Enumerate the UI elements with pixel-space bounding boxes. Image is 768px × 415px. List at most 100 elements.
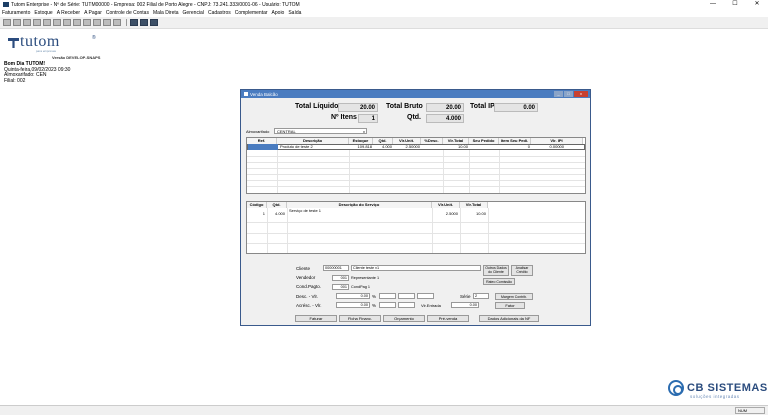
calculator-icon[interactable] <box>140 19 148 26</box>
items-grid: Ref. Descrição Estoque Qtd. Vlr.Unit. %D… <box>246 137 586 194</box>
serv-qtd: 4.000 <box>274 211 285 216</box>
version-label: Versão DEVELOP-SNAPS <box>52 55 101 60</box>
close-icon[interactable]: ✕ <box>746 0 768 9</box>
serie-select[interactable]: 2 <box>473 293 489 299</box>
acrescimo-extra-field[interactable] <box>398 302 415 308</box>
total-bruto-label: Total Bruto <box>386 103 423 110</box>
pre-venda-button[interactable]: Pré-venda <box>427 315 469 322</box>
app-titlebar: Tutom Enterprise - Nº de Série: TUTM0000… <box>0 0 768 9</box>
toolbar-button-10[interactable] <box>93 19 101 26</box>
cond-pagto-name: CondPag 1 <box>351 285 370 289</box>
toolbar-button-9[interactable] <box>83 19 91 26</box>
almoxarifado-value: CENTRAL <box>277 129 296 134</box>
venda-balcao-window: Venda Balcão _ □ x Total Líquido 20.00 T… <box>240 89 591 326</box>
toolbar-button-2[interactable] <box>13 19 21 26</box>
menu-cadastros[interactable]: Cadastros <box>208 10 231 16</box>
window-close-icon[interactable]: x <box>574 91 588 97</box>
menu-apoio[interactable]: Apoio <box>272 10 285 16</box>
desconto-extra2-field[interactable] <box>417 293 434 299</box>
menu-a-receber[interactable]: A Receber <box>57 10 80 16</box>
menu-a-pagar[interactable]: A Pagar <box>84 10 102 16</box>
serv-vlr-unit: 2.5000 <box>445 211 458 216</box>
dados-adicionais-button[interactable]: Dados Adicionais da NF <box>479 315 539 322</box>
total-ipi-label: Total IPI <box>470 103 497 110</box>
window-buttons: _ □ x <box>553 91 588 97</box>
filial-info: Filial: 002 <box>4 77 26 84</box>
chevron-down-icon: v <box>363 129 365 134</box>
margem-contrib-button[interactable]: Margem Contrib. <box>495 293 533 300</box>
menu-mala-direta[interactable]: Mala Direta <box>153 10 179 16</box>
toolbar-button-4[interactable] <box>33 19 41 26</box>
menu-controle-contas[interactable]: Controle de Contas <box>106 10 149 16</box>
item-ref[interactable] <box>248 144 278 150</box>
toolbar-button-11[interactable] <box>103 19 111 26</box>
cliente-label: Cliente <box>296 266 311 271</box>
cond-pagto-code-field[interactable]: 001 <box>332 284 349 290</box>
vendedor-name: Representante 1 <box>351 276 380 280</box>
item-vlr-ipi: 0.00000 <box>549 144 564 149</box>
cb-logo-word: CB SISTEMAS <box>687 382 768 394</box>
almoxarifado-label: Almoxarifado <box>246 129 270 134</box>
acrescimo-pct-field[interactable] <box>379 302 396 308</box>
menu-gerencial[interactable]: Gerencial <box>183 10 204 16</box>
status-bar: NUM <box>0 405 768 415</box>
cliente-name-field[interactable]: Cliente teste v1 <box>351 265 481 271</box>
toolbar-button-7[interactable] <box>63 19 71 26</box>
desconto-label: Desc. - Vlr. <box>296 294 319 299</box>
desconto-extra-field[interactable] <box>398 293 415 299</box>
item-estoque: 109.818 <box>357 144 372 149</box>
analisar-credito-button[interactable]: Analisar Crédito <box>511 265 533 276</box>
serv-vlr-total: 10.00 <box>475 211 486 216</box>
toolbar-button-5[interactable] <box>43 19 51 26</box>
menu-bar: Faturamento Estoque A Receber A Pagar Co… <box>0 9 768 17</box>
menu-complementar[interactable]: Complementar <box>235 10 268 16</box>
outros-dados-button[interactable]: Outros Dados do Cliente <box>483 265 509 276</box>
registered-mark: ® <box>92 35 96 41</box>
menu-estoque[interactable]: Estoque <box>34 10 52 16</box>
table-row[interactable]: 1 4.000 Serviço de teste 1 2.5000 10.00 <box>247 208 585 222</box>
acrescimo-field[interactable]: 0.00 <box>336 302 370 308</box>
minimize-icon[interactable]: — <box>702 0 724 9</box>
toolbar-button-12[interactable] <box>113 19 121 26</box>
qtd-value: 4.000 <box>426 114 464 123</box>
table-row[interactable]: Produto de teste 2 109.818 4.000 2.50000… <box>247 144 585 150</box>
item-seu-pedido[interactable] <box>472 144 498 150</box>
orcamento-button[interactable]: Orçamento <box>383 315 425 322</box>
acrescimo-pct-symbol: % <box>372 303 377 308</box>
window-icon <box>244 92 248 96</box>
cond-pagto-label: Cond.Pagto. <box>296 284 322 289</box>
cb-tagline: soluções integradas <box>690 394 740 399</box>
toolbar-button-1[interactable] <box>3 19 11 26</box>
cliente-code-field[interactable]: 00000001 <box>323 265 349 271</box>
almoxarifado-select[interactable]: CENTRAL v <box>274 128 367 134</box>
serv-codigo: 1 <box>262 211 265 216</box>
faturar-button[interactable]: Faturar <box>295 315 337 322</box>
app-icon <box>3 2 9 7</box>
toolbar-button-6[interactable] <box>53 19 61 26</box>
serie-label: Série <box>460 294 471 299</box>
vlr-entrada-field[interactable]: 0.00 <box>451 302 479 308</box>
acrescimo-label: Acrésc. - Vlr. <box>296 303 322 308</box>
fator-button[interactable]: Fator <box>495 302 525 309</box>
lock-icon[interactable] <box>150 19 158 26</box>
window-titlebar: Venda Balcão _ □ x <box>241 90 590 98</box>
total-ipi-value: 0.00 <box>494 103 538 112</box>
item-descricao: Produto de teste 2 <box>280 144 313 149</box>
window-maximize-icon[interactable]: □ <box>564 91 573 97</box>
maximize-icon[interactable]: ☐ <box>724 0 746 9</box>
menu-faturamento[interactable]: Faturamento <box>2 10 30 16</box>
total-liquido-value: 20.00 <box>338 103 378 112</box>
desconto-field[interactable]: 0.00 <box>336 293 370 299</box>
desconto-pct-field[interactable] <box>379 293 396 299</box>
n-itens-label: Nº Itens <box>331 114 357 121</box>
vendedor-code-field[interactable]: 001 <box>332 275 349 281</box>
window-minimize-icon[interactable]: _ <box>554 91 563 97</box>
rateo-comissao-button[interactable]: Rateo Comissão <box>483 278 515 285</box>
toolbar-button-8[interactable] <box>73 19 81 26</box>
toolbar <box>0 17 768 29</box>
menu-saida[interactable]: Saída <box>288 10 301 16</box>
ficha-financ-button[interactable]: Ficha Financ. <box>339 315 381 322</box>
toolbar-button-3[interactable] <box>23 19 31 26</box>
close-window-icon[interactable] <box>130 19 138 26</box>
num-lock-indicator: NUM <box>735 407 765 414</box>
